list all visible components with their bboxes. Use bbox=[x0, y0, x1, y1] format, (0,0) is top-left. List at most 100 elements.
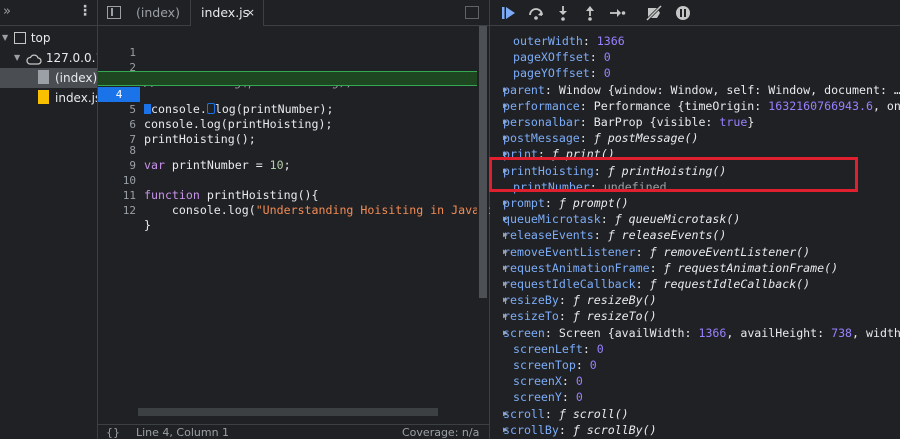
scope-property-request-idle-callback[interactable]: ▶requestIdleCallback: ƒ requestIdleCallb… bbox=[490, 276, 900, 292]
scope-property-queue-microtask[interactable]: ▶queueMicrotask: ƒ queueMicrotask() bbox=[490, 211, 900, 227]
toggle-navigator-icon[interactable] bbox=[107, 6, 121, 19]
scope-property-screen-left[interactable]: screenLeft: 0 bbox=[490, 341, 900, 357]
value-token: } bbox=[747, 115, 755, 129]
scope-property-page-y-offset[interactable]: pageYOffset: 0 bbox=[490, 65, 900, 81]
code-area[interactable]: 1 2 // console.log(printHoisting); 3 4 c… bbox=[98, 26, 493, 411]
step-over-icon[interactable] bbox=[527, 4, 545, 22]
scope-property-outer-width[interactable]: outerWidth: 1366 bbox=[490, 33, 900, 49]
resume-icon[interactable] bbox=[500, 4, 518, 22]
expand-triangle-icon[interactable]: ▶ bbox=[490, 195, 508, 211]
expand-triangle-icon[interactable]: ▶ bbox=[490, 163, 508, 179]
tab-label: index.js bbox=[201, 5, 250, 20]
code-line[interactable]: 12 } bbox=[98, 188, 478, 232]
scope-property-personalbar[interactable]: ▶personalbar: BarProp {visible: true} bbox=[490, 114, 900, 130]
property-separator: : bbox=[593, 228, 608, 243]
code-line[interactable]: 9 bbox=[98, 143, 478, 172]
property-value: ƒ requestIdleCallback() bbox=[649, 277, 811, 291]
scope-property-prompt[interactable]: ▶prompt: ƒ prompt() bbox=[490, 195, 900, 211]
expand-triangle-icon[interactable]: ▶ bbox=[490, 406, 508, 422]
expand-triangle-icon[interactable]: ▶ bbox=[490, 227, 508, 243]
code-line[interactable]: 8 var printNumber = 10; bbox=[98, 128, 478, 172]
property-separator: : bbox=[544, 406, 559, 421]
scope-property-print-hoisting[interactable]: ▶printHoisting: ƒ printHoisting() bbox=[490, 163, 900, 179]
expand-arrow-icon[interactable]: ▼ bbox=[2, 28, 10, 48]
code-line[interactable]: 10 function printHoisting(){ bbox=[98, 158, 478, 202]
property-key: printNumber bbox=[513, 179, 590, 194]
expand-triangle-icon[interactable]: ▶ bbox=[490, 146, 508, 162]
property-value: 0 bbox=[589, 358, 597, 372]
property-separator: : bbox=[579, 131, 594, 146]
scrollbar-thumb[interactable] bbox=[138, 408, 438, 416]
close-icon[interactable]: × bbox=[246, 0, 255, 26]
scope-property-request-animation-frame[interactable]: ▶requestAnimationFrame: ƒ requestAnimati… bbox=[490, 260, 900, 276]
property-key: print bbox=[503, 147, 538, 162]
scope-property-screen-x[interactable]: screenX: 0 bbox=[490, 373, 900, 389]
scope-property-scroll[interactable]: ▶scroll: ƒ scroll() bbox=[490, 406, 900, 422]
property-key: screenTop bbox=[513, 358, 576, 372]
tree-item-index-js[interactable]: index.js bbox=[0, 88, 97, 108]
more-options-icon[interactable]: ⋮ bbox=[78, 3, 92, 19]
tab-index[interactable]: (index) bbox=[136, 0, 180, 26]
scope-property-screen-top[interactable]: screenTop: 0 bbox=[490, 357, 900, 373]
code-line[interactable]: 11 console.log("Understanding Hoisiting … bbox=[98, 173, 493, 217]
expand-triangle-icon[interactable]: ▶ bbox=[490, 244, 508, 260]
property-separator: : bbox=[579, 98, 594, 113]
scope-property-remove-event-listener[interactable]: ▶removeEventListener: ƒ removeEventListe… bbox=[490, 244, 900, 260]
step-out-icon[interactable] bbox=[581, 4, 599, 22]
chevron-double-right-icon[interactable]: » bbox=[3, 4, 11, 19]
scrollbar-thumb[interactable] bbox=[479, 26, 487, 298]
cloud-icon bbox=[26, 54, 42, 65]
tree-item-index-document[interactable]: (index) bbox=[0, 68, 97, 88]
code-line[interactable]: 1 bbox=[98, 30, 478, 59]
expand-triangle-icon[interactable]: ▶ bbox=[490, 211, 508, 227]
property-separator: : bbox=[589, 179, 604, 194]
tree-item-origin[interactable]: ▼ 127.0.0.1:5 bbox=[14, 48, 97, 68]
scope-property-scroll-by[interactable]: ▶scrollBy: ƒ scrollBy() bbox=[490, 422, 900, 438]
code-token: "Understanding Hoisiting in Javasc bbox=[255, 203, 494, 217]
code-line-execution[interactable]: 4 console. log(printNumber); bbox=[98, 71, 478, 116]
editor-vertical-scrollbar[interactable] bbox=[477, 26, 489, 411]
property-key: resizeTo bbox=[503, 309, 559, 324]
deactivate-breakpoints-icon[interactable] bbox=[645, 4, 663, 22]
expand-triangle-icon[interactable]: ▶ bbox=[490, 260, 508, 276]
code-line[interactable]: 5 console.log(printHoisting); bbox=[98, 87, 478, 131]
line-number[interactable]: 12 bbox=[98, 203, 136, 218]
expand-triangle-icon[interactable]: ▶ bbox=[490, 98, 508, 114]
property-value: ƒ scrollBy() bbox=[572, 422, 657, 437]
tab-index-js[interactable]: index.js × bbox=[190, 0, 264, 26]
expand-triangle-icon[interactable]: ▶ bbox=[490, 308, 508, 324]
scope-property-parent[interactable]: ▶parent: Window {window: Window, self: W… bbox=[490, 82, 900, 98]
step-into-icon[interactable] bbox=[554, 4, 572, 22]
scope-property-screen[interactable]: ▶screen: Screen {availWidth: 1366, avail… bbox=[490, 325, 900, 341]
editor-horizontal-scrollbar[interactable] bbox=[138, 408, 478, 416]
property-key: screenLeft bbox=[513, 341, 583, 356]
pretty-print-icon[interactable]: {} bbox=[106, 425, 120, 439]
scope-property-page-x-offset[interactable]: pageXOffset: 0 bbox=[490, 49, 900, 65]
property-separator: : bbox=[649, 260, 664, 275]
property-key: releaseEvents bbox=[503, 228, 594, 243]
value-token: true bbox=[719, 115, 748, 129]
pause-on-exceptions-icon[interactable] bbox=[674, 4, 692, 22]
scope-property-release-events[interactable]: ▶releaseEvents: ƒ releaseEvents() bbox=[490, 227, 900, 243]
scope-property-resize-by[interactable]: ▶resizeBy: ƒ resizeBy() bbox=[490, 292, 900, 308]
scope-property-print[interactable]: ▶print: ƒ print() bbox=[490, 146, 900, 162]
expand-triangle-icon[interactable]: ▶ bbox=[490, 82, 508, 98]
scope-property-print-number[interactable]: printNumber: undefined bbox=[490, 179, 900, 195]
property-key: pageXOffset bbox=[513, 50, 590, 65]
toggle-debugger-icon[interactable] bbox=[465, 6, 479, 19]
expand-triangle-icon[interactable]: ▶ bbox=[490, 292, 508, 308]
step-icon[interactable] bbox=[608, 4, 626, 22]
expand-triangle-icon[interactable]: ▶ bbox=[490, 422, 508, 438]
code-line[interactable]: 2 // console.log(printHoisting); bbox=[98, 45, 478, 89]
scope-property-resize-to[interactable]: ▶resizeTo: ƒ resizeTo() bbox=[490, 308, 900, 324]
tree-item-top[interactable]: ▼ top bbox=[2, 28, 51, 48]
scope-property-performance[interactable]: ▶performance: Performance {timeOrigin: 1… bbox=[490, 98, 900, 114]
expand-triangle-icon[interactable]: ▶ bbox=[490, 325, 508, 341]
expand-triangle-icon[interactable]: ▶ bbox=[490, 114, 508, 130]
code-line[interactable]: 6 printHoisting(); bbox=[98, 102, 478, 146]
expand-triangle-icon[interactable]: ▶ bbox=[490, 130, 508, 146]
expand-arrow-icon[interactable]: ▼ bbox=[14, 48, 22, 68]
scope-property-screen-y[interactable]: screenY: 0 bbox=[490, 389, 900, 405]
expand-triangle-icon[interactable]: ▶ bbox=[490, 276, 508, 292]
scope-property-post-message[interactable]: ▶postMessage: ƒ postMessage() bbox=[490, 130, 900, 146]
